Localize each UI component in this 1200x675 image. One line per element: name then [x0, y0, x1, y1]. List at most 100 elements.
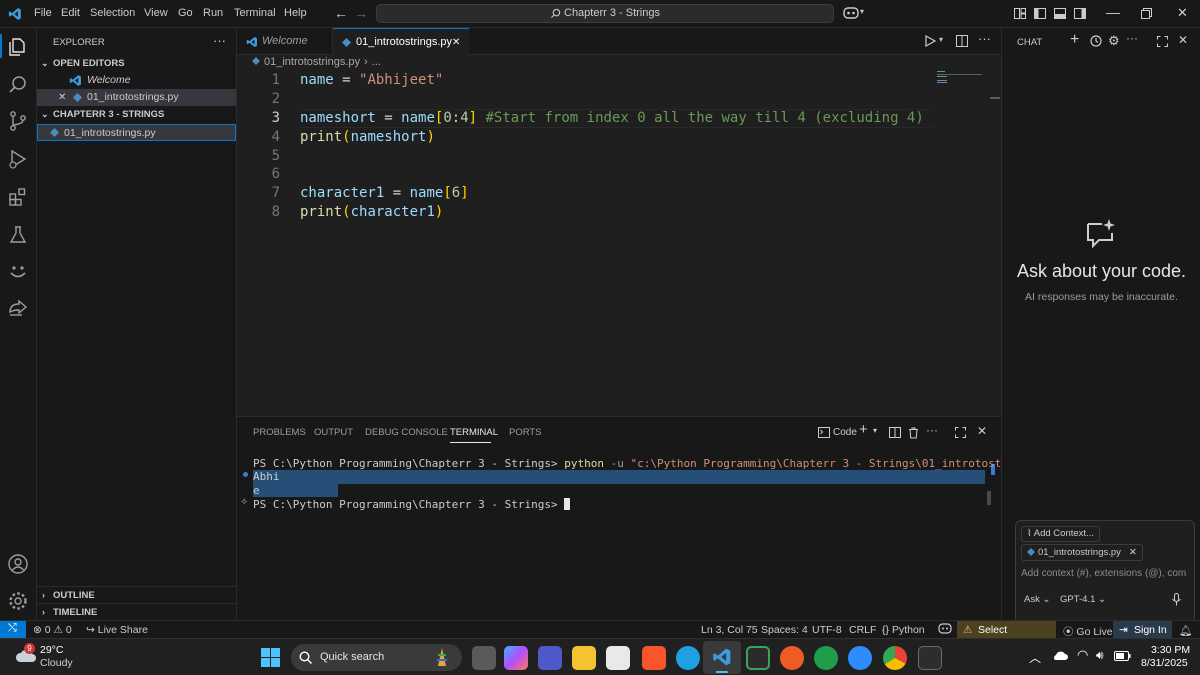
maximize-icon[interactable]: [1157, 36, 1168, 47]
menu-view[interactable]: View: [144, 7, 168, 19]
chat-input[interactable]: Add context (#), extensions (@), com: [1021, 568, 1191, 579]
cursor-position[interactable]: Ln 3, Col 75: [701, 624, 758, 636]
terminal-scrollbar[interactable]: [987, 491, 991, 505]
accounts-icon[interactable]: [7, 553, 29, 575]
history-icon[interactable]: [1090, 35, 1102, 47]
git-app-icon[interactable]: [746, 646, 770, 670]
tab-problems[interactable]: PROBLEMS: [253, 427, 306, 438]
teams-icon[interactable]: [538, 646, 562, 670]
command-center[interactable]: Chapterr 3 - Strings: [376, 4, 834, 23]
menu-selection[interactable]: Selection: [90, 7, 135, 19]
vscode-taskbar-active[interactable]: [703, 641, 741, 674]
more-actions-icon[interactable]: ···: [213, 33, 226, 48]
windows-start-icon[interactable]: [261, 648, 280, 667]
model-picker[interactable]: GPT-4.1 ⌄: [1060, 594, 1106, 605]
more-actions-icon[interactable]: ···: [1126, 31, 1138, 45]
source-control-icon[interactable]: [7, 110, 29, 132]
attached-file-chip[interactable]: 01_introtostrings.py ✕: [1021, 544, 1143, 561]
add-context-button[interactable]: ⌇ Add Context...: [1021, 526, 1100, 542]
tab-ports[interactable]: PORTS: [509, 427, 542, 438]
timeline-header[interactable]: › TIMELINE: [37, 603, 236, 620]
run-python-file-icon[interactable]: [925, 35, 936, 47]
file-item-introtostrings[interactable]: 01_introtostrings.py: [37, 124, 236, 141]
toggle-panel-icon[interactable]: [1054, 8, 1066, 19]
tab-debug-console[interactable]: DEBUG CONSOLE: [365, 427, 448, 438]
manage-gear-icon[interactable]: [7, 590, 29, 612]
microsoft-store-icon[interactable]: [606, 646, 630, 670]
copilot-icon[interactable]: [843, 6, 859, 20]
chrome-icon[interactable]: [883, 646, 907, 670]
extensions-icon[interactable]: [7, 186, 29, 208]
folder-header[interactable]: ⌄ CHAPTERR 3 - STRINGS: [37, 106, 236, 123]
forward-arrow-icon[interactable]: →: [354, 5, 368, 21]
mongodb-compass-icon[interactable]: [814, 646, 838, 670]
remote-button[interactable]: ⤭: [0, 621, 26, 638]
menu-run[interactable]: Run: [203, 7, 223, 19]
maximize-panel-icon[interactable]: [955, 427, 966, 438]
toggle-secondary-sidebar-icon[interactable]: [1074, 8, 1086, 19]
weather-temp[interactable]: 29°C: [40, 644, 63, 656]
go-live-button[interactable]: ⦿ Go Live: [1063, 624, 1113, 639]
new-terminal-icon[interactable]: +: [859, 421, 868, 438]
chevron-down-icon[interactable]: ▾: [939, 35, 943, 44]
back-arrow-icon[interactable]: ←: [334, 5, 348, 21]
open-editor-introtostrings[interactable]: ✕ 01_introtostrings.py: [37, 89, 236, 106]
command-success-dot[interactable]: [243, 472, 248, 477]
postman-icon[interactable]: [780, 646, 804, 670]
problems-indicator[interactable]: ⊗ 0 ⚠ 0: [33, 624, 72, 636]
tab-output[interactable]: OUTPUT: [314, 427, 353, 438]
toggle-primary-sidebar-icon[interactable]: [1034, 8, 1046, 19]
chevron-down-icon[interactable]: ▾: [860, 7, 864, 16]
terminal-app-icon[interactable]: [918, 646, 942, 670]
close-icon[interactable]: ✕: [1129, 547, 1137, 558]
tab-welcome[interactable]: Welcome: [237, 28, 333, 55]
tab-introtostrings[interactable]: 01_introtostrings.py ✕: [333, 28, 469, 56]
customize-layout-icon[interactable]: [1014, 8, 1026, 19]
menu-go[interactable]: Go: [178, 7, 193, 19]
volume-icon[interactable]: 🔊︎: [1096, 648, 1104, 663]
terminal-profile[interactable]: Code: [833, 427, 857, 438]
battery-icon[interactable]: [1114, 651, 1131, 661]
run-debug-icon[interactable]: [7, 148, 29, 170]
sparkle-icon[interactable]: ✧: [240, 497, 248, 508]
trash-icon[interactable]: [908, 427, 919, 439]
clock-time[interactable]: 3:30 PM: [1151, 644, 1190, 656]
open-editors-header[interactable]: ⌄ OPEN EDITORS: [37, 55, 236, 72]
edge-browser-icon[interactable]: [676, 646, 700, 670]
sign-in-button[interactable]: ⇥ Sign In: [1113, 621, 1172, 638]
copilot-app-icon[interactable]: [504, 646, 528, 670]
task-view-icon[interactable]: [472, 646, 496, 670]
onedrive-icon[interactable]: [1052, 651, 1068, 661]
explorer-icon[interactable]: [7, 36, 29, 58]
more-actions-icon[interactable]: ···: [978, 31, 991, 46]
close-icon[interactable]: ✕: [452, 29, 460, 56]
minimize-icon[interactable]: —: [1106, 4, 1120, 20]
mode-picker[interactable]: Ask ⌄: [1024, 594, 1050, 605]
zoom-icon[interactable]: [848, 646, 872, 670]
open-editor-welcome[interactable]: Welcome: [37, 72, 236, 89]
close-icon[interactable]: ✕: [1178, 33, 1188, 47]
copilot-status-icon[interactable]: [938, 623, 952, 635]
restore-icon[interactable]: [1141, 8, 1152, 19]
minimap[interactable]: [937, 71, 985, 83]
menu-file[interactable]: File: [34, 7, 52, 19]
testing-icon[interactable]: [7, 224, 29, 246]
close-panel-icon[interactable]: ✕: [977, 424, 987, 438]
close-window-icon[interactable]: ✕: [1177, 5, 1188, 21]
menu-edit[interactable]: Edit: [61, 7, 80, 19]
clock-date[interactable]: 8/31/2025: [1141, 657, 1188, 669]
weather-desc[interactable]: Cloudy: [40, 657, 73, 669]
outline-header[interactable]: › OUTLINE: [37, 586, 236, 603]
more-actions-icon[interactable]: ···: [926, 423, 938, 437]
encoding[interactable]: UTF-8: [812, 624, 842, 636]
line-ending[interactable]: CRLF: [849, 624, 876, 636]
chevron-up-icon[interactable]: ︿: [1029, 649, 1041, 666]
live-share-button[interactable]: ↪ Live Share: [86, 624, 148, 636]
copilot-chat-icon[interactable]: [7, 260, 29, 282]
menu-help[interactable]: Help: [284, 7, 307, 19]
split-editor-icon[interactable]: [956, 35, 968, 47]
settings-gear-icon[interactable]: ⚙: [1108, 33, 1120, 49]
close-icon[interactable]: ✕: [58, 89, 66, 106]
bell-icon[interactable]: 🔔︎: [1179, 624, 1192, 637]
chevron-down-icon[interactable]: ▾: [873, 426, 877, 435]
